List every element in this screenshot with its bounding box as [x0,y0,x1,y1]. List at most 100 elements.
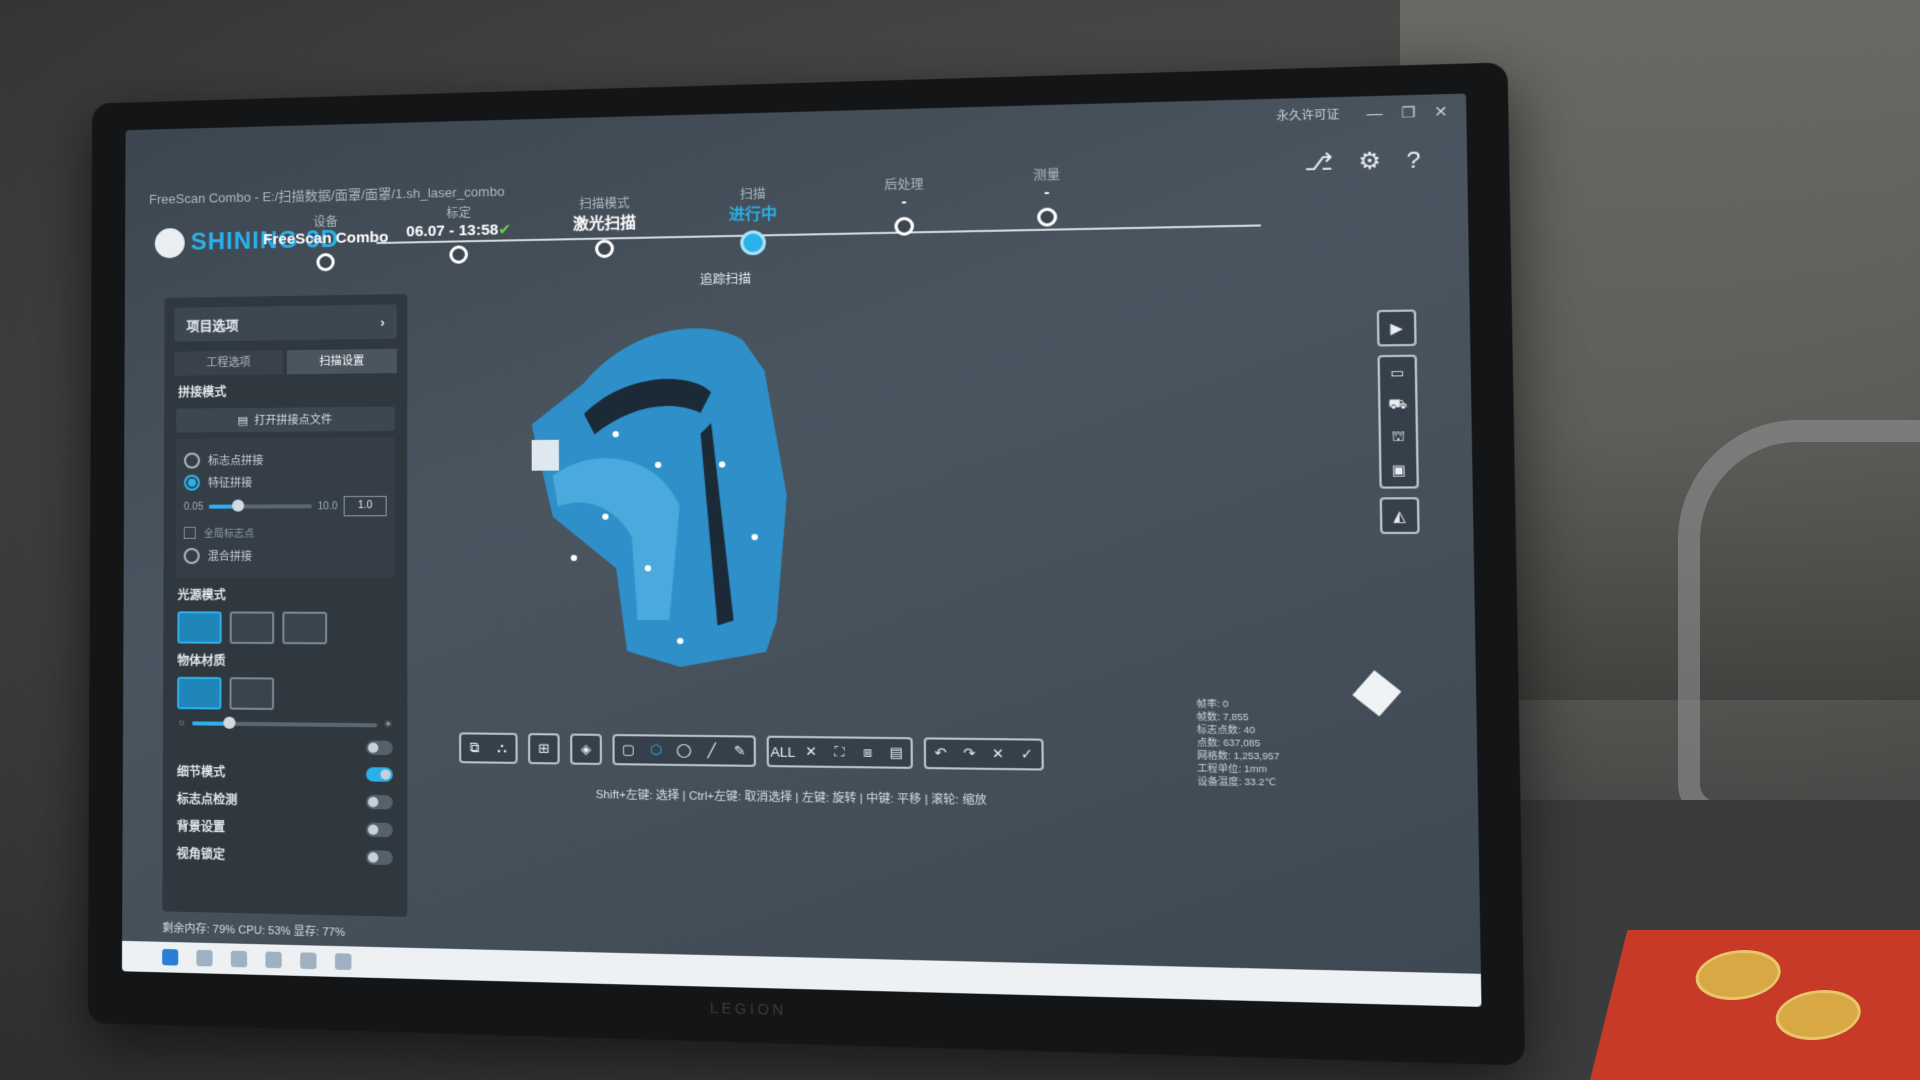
workflow-step[interactable]: 后处理 - [823,173,987,237]
toggle-label: 背景设置 [177,817,225,835]
step-node [449,245,468,264]
light-mode-single-button[interactable] [282,612,327,645]
windows-start-icon[interactable] [162,949,178,966]
tool-button[interactable]: ⧉ [461,734,488,761]
toggle-switch[interactable] [366,741,393,756]
tab-project-options[interactable]: 工程选项 [174,350,283,375]
step-value-text: FreeScan Combo [263,229,388,249]
tool-button[interactable]: ✕ [797,738,825,766]
tool-button[interactable]: ⧈ [854,739,883,767]
scan-stats: 帧率: 0 帧数: 7,855 标志点数: 40 点数: 637,085 网格数: 1,… [1196,697,1280,789]
step-value: 激光扫描 [526,210,684,235]
axis-cube-icon[interactable] [1352,670,1401,716]
edge-icon[interactable] [231,951,247,968]
app-icon[interactable] [335,953,351,970]
calendar-icon[interactable]: ▣ [1381,454,1416,487]
stat-line: 网格数: 1,253,957 [1197,749,1280,763]
marker-dot [571,555,577,561]
tool-button[interactable]: ✕ [983,740,1012,768]
toggle-label: 标志点检测 [177,790,238,808]
tool-button[interactable]: ↶ [926,739,955,767]
workflow-step[interactable]: 扫描 进行中 [673,183,834,256]
taskbar [122,941,1482,1007]
help-icon[interactable]: ? [1406,146,1421,174]
chrome-icon[interactable] [265,951,281,968]
gear-icon[interactable]: ⚙ [1358,147,1381,175]
toggle-row: 视角锁定 [177,845,393,866]
tab-scan-settings[interactable]: 扫描设置 [287,349,397,375]
global-marker-check[interactable]: 全局标志点 [184,524,387,540]
tool-button[interactable]: ALL [769,738,797,766]
toggle-switch[interactable] [366,822,393,837]
toggle-switch[interactable] [366,767,393,782]
radio-hybrid-align[interactable]: 混合拼接 [184,548,387,564]
system-status: 剩余内存: 79% CPU: 53% 显存: 77% [162,919,345,940]
tool-button[interactable]: ⛶ [825,738,854,766]
radio-marker-align[interactable]: 标志点拼接 [184,451,387,468]
slider-knob[interactable] [223,716,235,728]
pin-icon[interactable]: ⛫ [1381,422,1416,455]
toggle-switch[interactable] [366,850,393,865]
view-icon[interactable]: ▭ [1380,357,1415,390]
tool-button[interactable]: ╱ [698,737,726,765]
play-icon[interactable]: ▶ [1377,309,1417,346]
close-button[interactable]: ✕ [1434,103,1448,122]
mat-coin-icon [1770,990,1866,1040]
tool-button[interactable]: ⛬ [488,735,515,762]
resolution-input[interactable]: 1.0 [344,496,387,516]
brightness-slider[interactable] [192,721,377,727]
radio-dot [184,452,200,468]
workflow-step[interactable]: 标定 06.07 - 13:58✔ [382,202,537,265]
workflow-step[interactable]: 扫描模式 激光扫描 [526,193,684,260]
stat-line: 帧率: 0 [1196,697,1279,711]
toggle-switch[interactable] [366,794,393,809]
panel-header-label: 项目选项 [186,314,238,334]
logo-circle-icon [155,228,185,258]
workflow-step[interactable]: 设备 FreeScan Combo [250,211,402,272]
scan-mode-title: 追踪扫描 [700,270,751,288]
toggle-label: 细节模式 [177,763,225,781]
tool-button[interactable]: ⊞ [530,735,557,762]
folder-icon: ▤ [238,413,249,426]
workflow-step[interactable]: 测量 - [964,164,1131,228]
photos-icon[interactable] [300,952,316,969]
tool-button[interactable]: ◈ [572,736,600,763]
archive-icon[interactable]: ⛟ [1380,389,1415,422]
workflow-steps: 设备 FreeScan Combo 标定 06.07 - 13:58✔ 扫描模式 激光扫描… [126,94,1466,131]
light-mode-parallel-button[interactable] [230,611,275,644]
tool-button[interactable]: ◯ [670,737,698,764]
tool-button[interactable]: ✎ [726,737,754,765]
stat-line: 标志点数: 40 [1197,723,1280,737]
search-icon[interactable] [196,950,212,967]
light-mode-buttons [177,611,392,644]
laptop-bezel: FreeScan Combo - E:/扫描数据/面罩/面罩/1.sh_lase… [88,62,1525,1065]
radio-feature-align[interactable]: 特征拼接 [184,474,387,491]
scan-model [511,308,832,705]
share-icon[interactable]: ⎇ [1304,148,1333,176]
marker-dot [677,638,683,644]
step-node [740,230,766,255]
panel-header[interactable]: 项目选项 › [174,304,397,341]
resolution-slider[interactable] [209,504,311,508]
sun-bright-icon: ☀ [384,719,393,730]
material-reflective-button[interactable] [229,677,274,710]
tool-button[interactable]: ↷ [955,740,984,768]
minimize-button[interactable]: — [1366,104,1382,123]
toggle-row: 细节模式 [177,763,393,783]
step-value-text: - [901,193,907,211]
mouse-hint: Shift+左键: 选择 | Ctrl+左键: 取消选择 | 左键: 旋转 | … [596,786,987,808]
tool-button[interactable]: ⬡ [642,736,670,763]
material-normal-button[interactable] [177,677,221,710]
open-marker-file-button[interactable]: ▤ 打开拼接点文件 [176,407,395,433]
check-icon: ✔ [498,221,511,239]
mesh-icon[interactable]: ◭ [1380,497,1420,534]
tool-group: ↶ ↷ ✕ ✓ [924,737,1044,770]
slider-knob[interactable] [232,500,244,512]
top-icons: ⎇ ⚙ ? [1304,146,1421,177]
tool-button[interactable]: ▤ [882,739,911,767]
tool-button[interactable]: ✓ [1012,740,1041,768]
tool-button[interactable]: ▢ [615,736,643,763]
maximize-button[interactable]: ❐ [1401,103,1416,122]
tool-group: ALL ✕ ⛶ ⧈ ▤ [767,736,913,769]
light-mode-cross-button[interactable] [177,611,221,643]
